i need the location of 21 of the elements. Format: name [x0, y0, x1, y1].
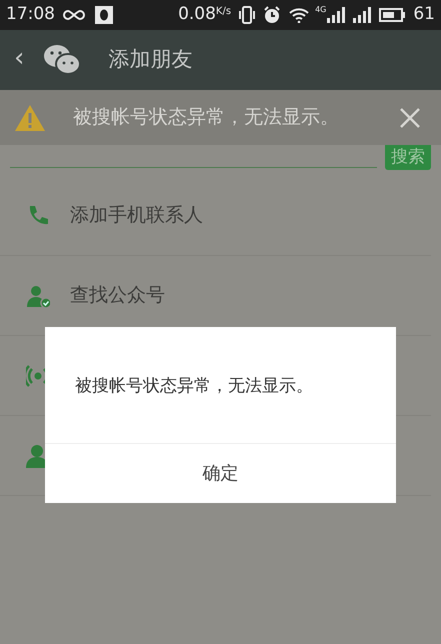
close-icon	[399, 106, 421, 128]
alarm-icon	[263, 6, 282, 24]
dialog-message: 被搜帐号状态异常，无法显示。	[75, 376, 313, 396]
page-title: 添加朋友	[108, 46, 192, 74]
vibrate-icon	[237, 6, 258, 24]
infinity-icon	[61, 8, 87, 22]
battery-icon	[379, 8, 406, 22]
signal-icon	[327, 7, 346, 23]
signal-icon	[353, 7, 372, 23]
close-button[interactable]	[399, 106, 421, 128]
warning-message: 被搜帐号状态异常，无法显示。	[73, 105, 339, 130]
back-button[interactable]: ‹	[14, 38, 24, 78]
network-type: 4G	[315, 4, 326, 16]
battery-level: 61	[413, 3, 435, 26]
list-item-label[interactable]: 添加手机联系人	[70, 201, 203, 230]
warning-icon	[14, 104, 46, 132]
list-item-label[interactable]: 查找公众号	[70, 281, 165, 310]
wifi-icon	[289, 7, 310, 23]
clock-time: 17:08	[6, 3, 55, 26]
person-check-icon	[26, 284, 50, 308]
network-speed: 0.08$^{K/s}$	[178, 3, 232, 26]
